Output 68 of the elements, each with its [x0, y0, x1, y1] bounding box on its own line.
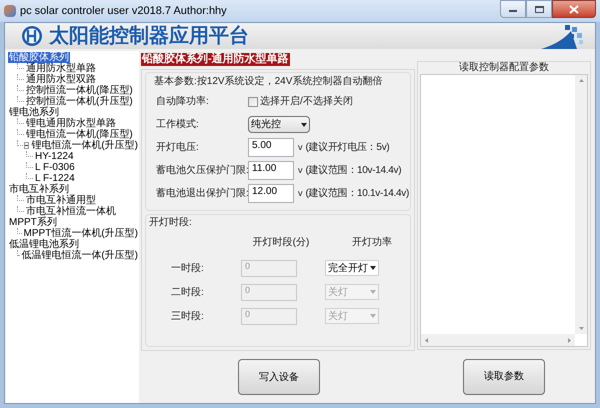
field-label: 工作模式: [155, 118, 200, 132]
tree-item[interactable]: 控制恒流一体机(升压型) [25, 96, 134, 107]
period-label: 一时段: [170, 262, 205, 276]
unit-label: v [298, 186, 302, 200]
voltage-input[interactable]: 5.00 [248, 138, 294, 157]
field-label: 开灯电压: [155, 140, 200, 155]
close-button[interactable] [552, 0, 596, 18]
caret-icon [370, 314, 376, 318]
tree-item[interactable]: 低温锂电池系列 [8, 239, 80, 250]
group-legend: 基本参数:按12V系统设定，24V系统控制器自动翻倍 [154, 76, 402, 88]
tree-item[interactable]: 通用防水型双路 [25, 74, 97, 85]
tree-item[interactable]: 锂电池系列 [8, 107, 60, 118]
hint-text: (建议范围：10.1v-14.4v) [306, 186, 410, 201]
right-arrow-icon[interactable] [568, 338, 571, 342]
tree-item[interactable]: MPPT系列 [8, 217, 58, 228]
tree-item[interactable]: 锂电通用防水型单路 [25, 118, 117, 129]
caret-icon [370, 266, 376, 270]
tree-item[interactable]: L F-1224 [34, 173, 76, 184]
field-label: 蓄电池欠压保护门限: [155, 164, 248, 178]
read-button[interactable]: 读取参数 [463, 358, 545, 394]
tree-item[interactable]: 通用防水型单路 [25, 63, 97, 74]
tree-item[interactable]: 市电互补恒流一体机 [25, 206, 117, 217]
period-label: 三时段: [170, 310, 205, 324]
unit-label: v [298, 140, 302, 154]
write-button[interactable]: 写入设备 [238, 359, 320, 395]
group-legend: 读取控制器配置参数 [420, 62, 588, 74]
tree-item[interactable]: 锂电恒流一体机(降压型) [25, 129, 134, 140]
up-arrow-icon[interactable] [578, 79, 584, 82]
field-label: 蓄电池退出保护门限: [155, 186, 248, 201]
caret-icon [370, 290, 376, 294]
tree-item[interactable]: 低温锂电恒流一体(升压型) [20, 250, 139, 261]
caret-icon [301, 122, 307, 126]
power-dropdown[interactable]: 完全开灯 [325, 260, 379, 276]
checkbox-label[interactable]: 选择开启/不选择关闭 [260, 94, 353, 109]
app-icon [4, 5, 16, 17]
mode-dropdown[interactable]: 纯光控 [248, 116, 310, 133]
tree-item[interactable]: 市电互补通用型 [25, 195, 97, 206]
left-arrow-icon[interactable] [425, 338, 428, 342]
logo-drawing [541, 23, 585, 49]
tree-item[interactable]: 控制恒流一体机(降压型) [25, 85, 134, 96]
column-header: 开灯功率 [351, 237, 393, 249]
hint-text: (建议开灯电压：5v) [306, 140, 390, 155]
close-icon [569, 4, 579, 14]
vertical-scrollbar[interactable] [575, 75, 587, 334]
column-header: 开灯时段(分) [252, 237, 310, 249]
down-arrow-icon[interactable] [578, 327, 584, 330]
logo-icon [21, 25, 43, 47]
minimize-button[interactable] [500, 0, 526, 18]
tree-item[interactable]: 铅酸胶体系列 [8, 52, 70, 63]
tree-item[interactable]: HY-1224 [34, 151, 75, 162]
unit-label: v [298, 164, 302, 177]
voltage-input[interactable]: 12.00 [248, 184, 294, 203]
section-title: 铅酸胶体系列-通用防水型单路 [141, 53, 290, 66]
window-title: pc solar controler user v2018.7 Author:hhy [20, 4, 227, 19]
period-label: 二时段: [170, 286, 205, 300]
group-legend: 开灯时段: [149, 217, 192, 229]
field-label: 自动降功率: [155, 94, 210, 109]
maximize-button[interactable] [526, 0, 552, 18]
checkbox[interactable] [248, 96, 258, 106]
app-title: 太阳能控制器应用平台 [49, 26, 249, 46]
tree-item[interactable]: 锂电恒流一体机(升压型) [30, 140, 139, 151]
tree-item[interactable]: 市电互补系列 [8, 184, 70, 195]
tree-item[interactable]: L F-0306 [34, 162, 76, 173]
collapse-icon[interactable] [24, 142, 30, 149]
tree-item[interactable]: MPPT恒流一体机(升压型) [22, 228, 139, 239]
hint-text: (建议范围：10v-14.4v) [306, 164, 402, 178]
horizontal-scrollbar[interactable] [421, 334, 575, 346]
voltage-input[interactable]: 11.00 [248, 161, 294, 180]
